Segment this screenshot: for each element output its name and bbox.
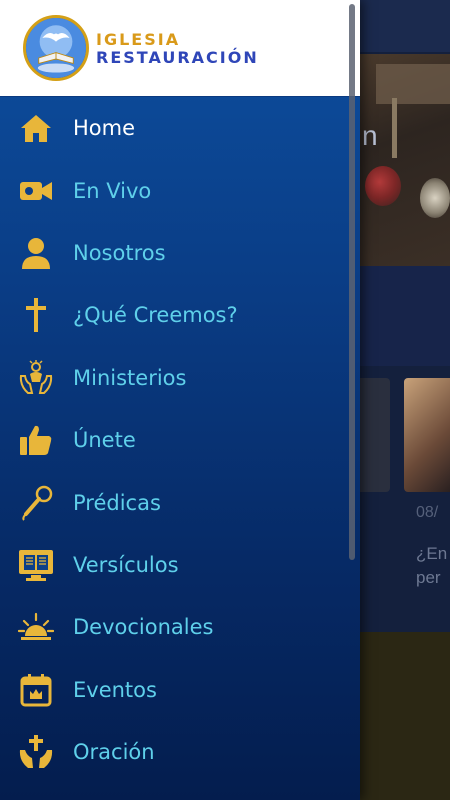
- thumbs-up-icon: [17, 421, 55, 459]
- background-card-title: ¿En per: [416, 542, 447, 590]
- background-card-left: [360, 378, 390, 492]
- background-card-right: [404, 378, 450, 492]
- menu-label-eventos: Eventos: [73, 677, 157, 702]
- brand-line-iglesia: IGLESIA: [96, 30, 181, 49]
- church-logo: [23, 15, 89, 81]
- microphone-icon: [17, 484, 55, 522]
- menu-item-devocionales[interactable]: Devocionales: [0, 596, 345, 658]
- person-icon: [17, 234, 55, 272]
- menu-item-ministerios[interactable]: Ministerios: [0, 347, 345, 409]
- background-card-title-line1: ¿En: [416, 544, 448, 563]
- drawer-header: IGLESIA RESTAURACIÓN: [0, 0, 360, 97]
- prayer-cross-hands-icon: [17, 733, 55, 771]
- menu-item-en-vivo[interactable]: En Vivo: [0, 159, 345, 221]
- background-card-title-line2: per: [416, 568, 441, 587]
- menu-item-que-creemos[interactable]: ¿Qué Creemos?: [0, 284, 345, 346]
- menu-item-home[interactable]: Home: [0, 97, 345, 159]
- background-hero-text: n: [362, 120, 378, 151]
- dove-bible-logo-icon: [26, 18, 86, 78]
- menu-label-devocionales: Devocionales: [73, 615, 214, 640]
- cross-icon: [17, 296, 55, 334]
- brand-name: IGLESIA RESTAURACIÓN: [96, 31, 259, 67]
- menu-label-ministerios: Ministerios: [73, 365, 187, 390]
- drawer-menu: Home En Vivo Nosotros ¿Qué Creemos? Mini…: [0, 97, 345, 783]
- menu-item-nosotros[interactable]: Nosotros: [0, 222, 345, 284]
- calendar-icon: [17, 671, 55, 709]
- menu-item-predicas[interactable]: Prédicas: [0, 471, 345, 533]
- menu-item-versiculos[interactable]: Versículos: [0, 534, 345, 596]
- menu-label-que-creemos: ¿Qué Creemos?: [73, 303, 238, 328]
- sunrise-icon: [17, 608, 55, 646]
- home-icon: [17, 109, 55, 147]
- menu-label-home: Home: [73, 116, 136, 141]
- menu-item-unete[interactable]: Únete: [0, 409, 345, 471]
- background-section: [360, 266, 450, 366]
- background-card-date: 08/: [416, 504, 439, 521]
- brand-line-restauracion: RESTAURACIÓN: [96, 48, 259, 67]
- menu-label-versiculos: Versículos: [73, 552, 179, 577]
- video-camera-icon: [17, 172, 55, 210]
- drawer-scrollbar[interactable]: [349, 4, 355, 560]
- menu-label-predicas: Prédicas: [73, 490, 161, 515]
- menu-item-eventos[interactable]: Eventos: [0, 659, 345, 721]
- background-flowers-white: [420, 178, 450, 218]
- navigation-drawer: IGLESIA RESTAURACIÓN Home En Vivo Nosotr…: [0, 0, 360, 800]
- bible-monitor-icon: [17, 546, 55, 584]
- background-hero-shelf: [376, 64, 450, 104]
- menu-label-oracion: Oración: [73, 740, 155, 765]
- background-bottom-panel: [360, 632, 450, 800]
- background-hero-pole: [392, 98, 397, 158]
- menu-item-oracion[interactable]: Oración: [0, 721, 345, 783]
- menu-label-nosotros: Nosotros: [73, 240, 166, 265]
- menu-label-en-vivo: En Vivo: [73, 178, 152, 203]
- praying-hands-icon: [17, 359, 55, 397]
- background-flowers-red: [365, 166, 401, 206]
- menu-label-unete: Únete: [73, 428, 136, 453]
